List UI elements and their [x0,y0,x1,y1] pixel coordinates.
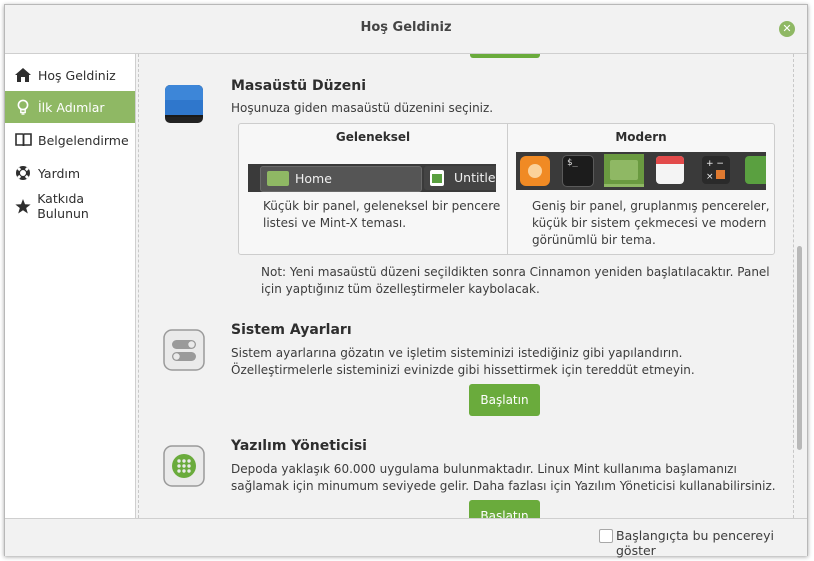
sidebar-item-first-steps[interactable]: İlk Adımlar [5,91,135,123]
welcome-window: Hoş Geldiniz ✕ Hoş Geldiniz İlk Adımlar … [4,4,808,558]
sidebar-item-label: Katkıda Bulunun [37,191,89,221]
title-bar[interactable]: Hoş Geldiniz ✕ [5,5,807,54]
layout-option-title: Geleneksel [335,130,411,144]
lightbulb-icon [14,99,32,115]
sidebar-item-label: Belgelendirme [38,132,129,148]
spreadsheet-icon [430,170,444,186]
firefox-icon [520,156,550,186]
sidebar-item-label: Yardım [38,165,81,181]
window-list-item: Home [260,166,422,192]
layout-chooser: Geleneksel Home Untitle Küçük bir panel,… [238,123,775,255]
close-icon: ✕ [782,22,792,35]
sidebar-item-documentation[interactable]: Belgelendirme [5,124,135,156]
calendar-icon [656,156,684,184]
content-scrollbar[interactable] [797,246,802,450]
desktop-layout-title: Masaüstü Düzeni [231,78,366,94]
lifebuoy-icon [14,165,32,181]
desktop-layout-description: Hoşunuza giden masaüstü düzenini seçiniz… [231,101,494,115]
layout-option-modern[interactable]: Modern $_ + − × Geniş bir panel, gruplanm… [508,124,774,254]
book-icon [14,133,32,147]
sidebar-item-help[interactable]: Yardım [5,157,135,189]
layout-option-traditional[interactable]: Geleneksel Home Untitle Küçük bir panel,… [239,124,507,254]
show-on-startup-label[interactable]: Başlangıçta bu pencereyi göster [616,528,807,558]
close-button[interactable]: ✕ [779,21,795,37]
software-manager-title: Yazılım Yöneticisi [231,438,367,454]
content-area: Masaüstü Düzeni Hoşunuza giden masaüstü … [136,54,807,518]
footer: Başlangıçta bu pencereyi göster [5,518,807,558]
sidebar-item-contribute[interactable]: Katkıda Bulunun [5,190,135,222]
window-list-label: Home [295,171,332,186]
software-manager-icon [163,445,205,487]
previous-launch-button[interactable] [470,54,540,58]
desktop-layout-icon [164,84,204,124]
spreadsheet-app-icon [745,156,766,184]
divider [138,54,139,518]
sidebar-item-label: İlk Adımlar [38,99,105,115]
modern-panel-preview: $_ + − × [516,152,766,190]
window-title: Hoş Geldiniz [360,20,452,35]
show-on-startup-checkbox[interactable] [599,529,613,543]
divider [793,54,794,518]
window-list-item: Untitle [424,166,496,190]
folder-icon [267,171,289,186]
layout-note: Not: Yeni masaüstü düzeni seçildikten so… [261,265,770,296]
layout-option-title: Modern [615,130,667,144]
sidebar-item-label: Hoş Geldiniz [38,67,116,83]
sidebar-item-welcome[interactable]: Hoş Geldiniz [5,59,135,91]
software-manager-launch-button[interactable]: Başlatın [469,500,540,518]
terminal-icon: $_ [562,155,594,187]
home-icon [14,68,32,82]
star-icon [14,198,31,214]
system-settings-launch-button[interactable]: Başlatın [469,384,540,416]
files-icon [604,154,644,187]
system-settings-title: Sistem Ayarları [231,322,352,338]
layout-option-description: Geniş bir panel, gruplanmış pencereler, … [532,199,770,247]
window-list-label: Untitle [454,170,496,185]
traditional-panel-preview: Home Untitle [248,164,496,192]
calculator-icon: + − × [702,156,730,184]
system-settings-description: Sistem ayarlarına gözatın ve işletim sis… [231,346,695,377]
layout-option-description: Küçük bir panel, geleneksel bir pencere … [263,199,501,230]
system-settings-icon [163,329,205,371]
software-manager-description: Depoda yaklaşık 60.000 uygulama bulunmak… [231,462,776,493]
sidebar: Hoş Geldiniz İlk Adımlar Belgelendirme Y… [5,54,136,518]
